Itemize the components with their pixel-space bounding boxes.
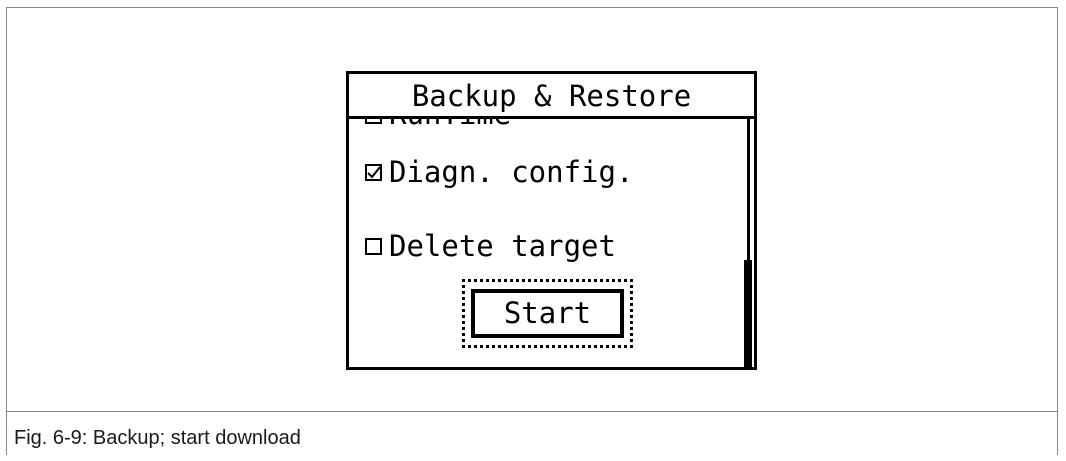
figure-caption: Fig. 6-9: Backup; start download bbox=[14, 427, 301, 449]
scrollbar[interactable] bbox=[743, 119, 754, 367]
checkbox-unchecked-icon[interactable] bbox=[365, 119, 382, 124]
menu-list: RunTime Diagn. config. Delete target Sta… bbox=[349, 119, 743, 367]
list-item-delete-target[interactable]: Delete target bbox=[365, 229, 616, 263]
start-button[interactable]: Start bbox=[471, 289, 624, 338]
checkbox-checked-icon[interactable] bbox=[365, 163, 382, 181]
list-item-label: RunTime bbox=[389, 119, 511, 131]
list-item-partial[interactable]: RunTime bbox=[365, 119, 511, 131]
list-item-label: Diagn. config. bbox=[389, 155, 634, 189]
checkbox-unchecked-icon[interactable] bbox=[365, 237, 382, 255]
screen-title: Backup & Restore bbox=[349, 74, 754, 119]
list-item-label: Delete target bbox=[389, 229, 616, 263]
list-item-diagn-config[interactable]: Diagn. config. bbox=[365, 155, 633, 189]
caption-divider bbox=[6, 411, 1058, 412]
focus-indicator: Start bbox=[462, 279, 633, 348]
lcd-screen: Backup & Restore RunTime Diagn. config. … bbox=[346, 71, 757, 370]
scrollbar-thumb[interactable] bbox=[744, 260, 752, 367]
